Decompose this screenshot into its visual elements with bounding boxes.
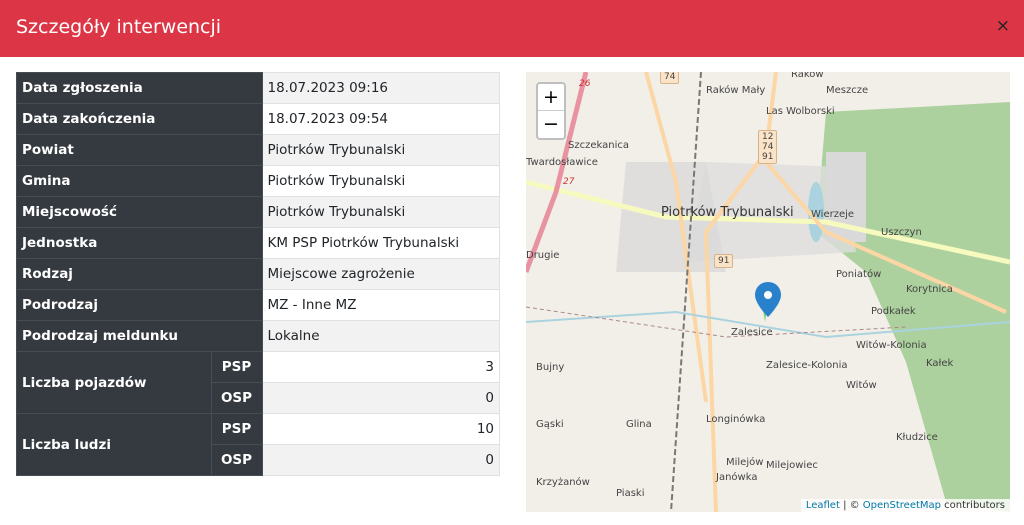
row-label: Podrodzaj meldunku xyxy=(16,320,263,352)
people-osp-label: OSP xyxy=(210,444,263,476)
row-label: Jednostka xyxy=(16,227,263,259)
row-label: Podrodzaj xyxy=(16,289,263,321)
table-row: Gmina Piotrków Trybunalski xyxy=(16,165,500,197)
table-row: Jednostka KM PSP Piotrków Trybunalski xyxy=(16,227,500,259)
map-label: Gąski xyxy=(536,419,564,430)
details-table: Data zgłoszenia 18.07.2023 09:16 Data zako… xyxy=(16,72,500,476)
map-label: Glina xyxy=(626,419,652,430)
table-row: Podrodzaj MZ - Inne MZ xyxy=(16,289,500,321)
row-value: Lokalne xyxy=(261,320,500,352)
map-label: Krzyżanów xyxy=(536,477,590,488)
people-psp-label: PSP xyxy=(210,413,263,445)
row-value: Piotrków Trybunalski xyxy=(261,165,500,197)
map-label: Korytnica xyxy=(906,284,953,295)
vehicles-psp-label: PSP xyxy=(210,351,263,383)
row-label: Miejscowość xyxy=(16,196,263,228)
map-label: Milejowiec xyxy=(766,460,818,471)
map-label: Raków Mały xyxy=(706,85,766,96)
map-label: Zalesice-Kolonia xyxy=(766,360,848,371)
map-label: Kałek xyxy=(926,358,954,369)
map[interactable]: Raków Raków Mały Meszcze Las Wolborski Szcze… xyxy=(526,72,1010,512)
map-label: Witów xyxy=(846,380,877,391)
map-label: Piotrków Trybunalski xyxy=(661,205,794,220)
row-value: Piotrków Trybunalski xyxy=(261,134,500,166)
people-osp-value: 0 xyxy=(261,444,500,476)
map-label: Longinówka xyxy=(706,414,766,425)
table-row: Data zakończenia 18.07.2023 09:54 xyxy=(16,103,500,135)
leaflet-link[interactable]: Leaflet xyxy=(806,500,840,511)
map-attribution: Leaflet | © OpenStreetMap contributors xyxy=(800,499,1010,512)
road-shield: 74 xyxy=(660,72,680,84)
map-label: Kłudzice xyxy=(896,432,938,443)
table-row: Liczba pojazdów PSP 3 xyxy=(16,351,500,414)
zoom-out-button[interactable]: − xyxy=(538,111,564,138)
attribution-sep: | © xyxy=(839,500,863,511)
row-label: Data zgłoszenia xyxy=(16,72,263,104)
map-label: Bujny xyxy=(536,362,565,373)
table-row: Rodzaj Miejscowe zagrożenie xyxy=(16,258,500,290)
map-label: Twardosławice xyxy=(526,157,598,168)
row-label: Rodzaj xyxy=(16,258,263,290)
row-value: Miejscowe zagrożenie xyxy=(261,258,500,290)
modal-header: Szczegóły interwencji × xyxy=(0,0,1024,57)
map-label: Podkałek xyxy=(871,306,916,317)
map-label: Janówka xyxy=(716,472,758,483)
map-label: Szczekanica xyxy=(568,140,629,151)
vehicles-psp-value: 3 xyxy=(261,351,500,383)
modal-title: Szczegóły interwencji xyxy=(16,16,222,38)
road-shield: 12 74 91 xyxy=(758,130,778,164)
zoom-control: + − xyxy=(536,82,566,140)
vehicles-label: Liczba pojazdów xyxy=(16,351,212,414)
map-marker-icon xyxy=(755,282,781,317)
map-label: Meszcze xyxy=(826,85,869,96)
close-icon[interactable]: × xyxy=(996,16,1010,36)
table-row: Data zgłoszenia 18.07.2023 09:16 xyxy=(16,72,500,104)
table-row: Podrodzaj meldunku Lokalne xyxy=(16,320,500,352)
row-label: Powiat xyxy=(16,134,263,166)
attribution-contrib: contributors xyxy=(941,500,1005,511)
zoom-in-button[interactable]: + xyxy=(538,84,564,111)
map-label: Raków xyxy=(791,72,824,80)
map-label: Uszczyn xyxy=(881,227,922,238)
map-label: Drugie xyxy=(526,250,560,261)
row-value: MZ - Inne MZ xyxy=(261,289,500,321)
row-label: Data zakończenia xyxy=(16,103,263,135)
people-label: Liczba ludzi xyxy=(16,413,212,476)
vehicles-osp-value: 0 xyxy=(261,382,500,414)
map-label: Las Wolborski xyxy=(766,106,835,117)
people-psp-value: 10 xyxy=(261,413,500,445)
table-row: Liczba ludzi PSP 10 xyxy=(16,413,500,476)
map-label: Milejów xyxy=(726,457,764,468)
row-value: Piotrków Trybunalski xyxy=(261,196,500,228)
table-row: Miejscowość Piotrków Trybunalski xyxy=(16,196,500,228)
map-label: Piaski xyxy=(616,488,645,499)
map-label: Wierzeje xyxy=(811,209,855,220)
table-row: Powiat Piotrków Trybunalski xyxy=(16,134,500,166)
road-shield: 27 xyxy=(563,177,575,187)
vehicles-osp-label: OSP xyxy=(210,382,263,414)
row-label: Gmina xyxy=(16,165,263,197)
map-label: Poniatów xyxy=(836,269,882,280)
road-shield: 26 xyxy=(579,79,591,89)
map-label: Witów-Kolonia xyxy=(856,340,927,351)
map-label: Zalesice xyxy=(731,327,773,338)
row-value: KM PSP Piotrków Trybunalski xyxy=(261,227,500,259)
row-value: 18.07.2023 09:54 xyxy=(261,103,500,135)
road-shield: 91 xyxy=(714,254,734,268)
row-value: 18.07.2023 09:16 xyxy=(261,72,500,104)
osm-link[interactable]: OpenStreetMap xyxy=(863,500,941,511)
